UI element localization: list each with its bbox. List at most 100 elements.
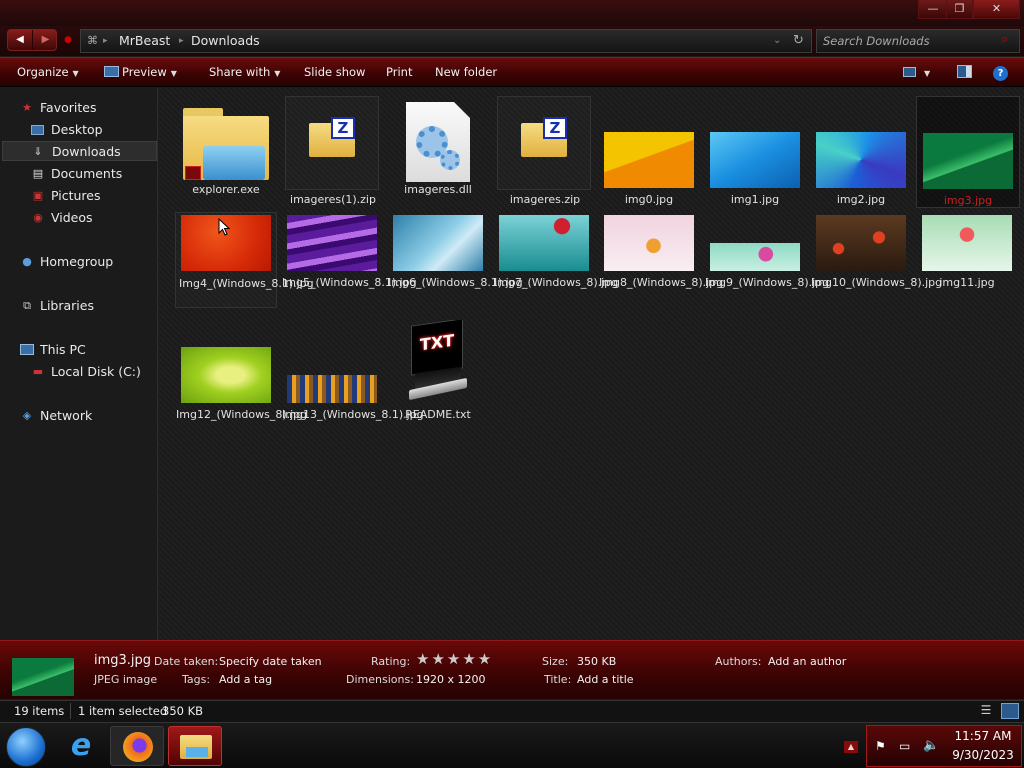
taskbar-file-explorer[interactable]	[168, 726, 222, 766]
print-button[interactable]: Print	[386, 58, 412, 87]
back-button[interactable]: ◀	[8, 30, 33, 50]
taskbar-firefox[interactable]	[110, 726, 164, 766]
nav-documents[interactable]: ▤ Documents	[0, 164, 158, 184]
nav-local-disk[interactable]: ▬ Local Disk (C:)	[0, 362, 158, 382]
nav-network[interactable]: ◈ Network	[0, 406, 158, 426]
address-bar[interactable]: ⌘ ▸ MrBeast ▸ Downloads ⌄ ↻	[80, 29, 812, 53]
start-button[interactable]	[6, 727, 46, 767]
refresh-icon[interactable]: ↻	[793, 30, 804, 52]
preview-label: Preview	[122, 65, 167, 79]
taskbar: e ▲ ⚑ ▭ 🔈 11:57 AM 9/30/2023	[0, 722, 1024, 768]
file-tile-img10-jpg[interactable]: Img10_(Windows_8).jpg	[808, 212, 942, 324]
large-icons-view-icon[interactable]	[1001, 703, 1019, 719]
nav-libraries[interactable]: ⧉ Libraries	[0, 296, 158, 316]
selected-thumbnail	[12, 658, 74, 696]
taskbar-internet-explorer[interactable]: e	[54, 726, 108, 766]
title-field[interactable]: Add a title	[577, 673, 634, 686]
dimensions-value: 1920 x 1200	[416, 673, 486, 686]
file-tile-imageres-zip[interactable]: Z imageres.zip	[497, 96, 591, 206]
minimize-button[interactable]: —	[918, 0, 948, 19]
date-taken-field[interactable]: Specify date taken	[219, 655, 322, 668]
view-options-button[interactable]: ▼	[903, 58, 930, 87]
share-with-menu[interactable]: Share with ▼	[209, 58, 280, 87]
file-name: explorer.exe	[192, 183, 260, 196]
file-tile-img0-jpg[interactable]: img0.jpg	[596, 96, 702, 208]
clock-date[interactable]: 9/30/2023	[947, 748, 1019, 762]
file-tile-img9-jpg[interactable]: Img9_(Windows_8).jpg	[702, 212, 829, 324]
image-thumbnail	[287, 215, 377, 271]
location-icon: ⌘	[87, 34, 98, 47]
command-bar: Organize ▼ Preview ▼ Share with ▼ Slide sho…	[0, 57, 1024, 87]
file-tile-img7-jpg[interactable]: Img7_(Windows_8).jpg	[491, 212, 618, 324]
file-tile-img2-jpg[interactable]: img2.jpg	[808, 96, 914, 208]
file-name: img2.jpg	[836, 193, 886, 206]
nav-videos[interactable]: ◉ Videos	[0, 208, 158, 228]
help-button[interactable]: ?	[993, 58, 1008, 87]
image-thumbnail	[181, 347, 271, 403]
file-tile-img11-jpg[interactable]: img11.jpg	[914, 212, 1020, 324]
file-tile-img6-jpg[interactable]: Img6_(Windows_8.1).jpg	[385, 212, 523, 324]
preview-pane-button[interactable]	[957, 58, 972, 87]
crumb-separator-icon[interactable]: ▸	[179, 30, 184, 52]
mouse-cursor-icon	[218, 218, 230, 236]
search-input[interactable]	[823, 33, 993, 49]
details-view-icon[interactable]: ☰	[978, 703, 994, 719]
file-tile-imageres-1-zip[interactable]: Z imageres(1).zip	[285, 96, 379, 206]
details-filename: img3.jpg	[94, 653, 152, 668]
nav-videos-label: Videos	[51, 210, 93, 225]
tags-field[interactable]: Add a tag	[219, 673, 272, 686]
file-tile-imageres-dll[interactable]: imageres.dll	[385, 96, 491, 208]
nav-downloads[interactable]: ⇓ Downloads	[2, 141, 157, 161]
preview-menu[interactable]: Preview ▼	[104, 58, 177, 87]
details-pane: img3.jpg JPEG image Date taken: Specify …	[0, 640, 1024, 699]
image-thumbnail	[923, 133, 1013, 189]
breadcrumb-mrbeast[interactable]: MrBeast	[119, 30, 170, 52]
status-divider	[70, 703, 71, 719]
network-status-icon[interactable]: ▭	[899, 739, 910, 753]
action-center-flag-icon[interactable]: ⚑	[875, 739, 886, 753]
file-tile-img12-jpg[interactable]: Img12_(Windows_8).jpg	[173, 344, 307, 456]
size-value: 350 KB	[577, 655, 617, 668]
address-dropdown-icon[interactable]: ⌄	[773, 30, 781, 52]
nav-this-pc[interactable]: This PC	[0, 340, 158, 360]
file-explorer-icon	[180, 735, 212, 759]
folder-icon	[183, 104, 269, 184]
authors-field[interactable]: Add an author	[768, 655, 846, 668]
slide-show-button[interactable]: Slide show	[304, 58, 365, 87]
clock-time[interactable]: 11:57 AM	[947, 729, 1019, 743]
nav-favorites[interactable]: ★ Favorites	[0, 98, 158, 118]
title-bar: — ❐ ✕	[0, 0, 1024, 26]
file-tile-img1-jpg[interactable]: img1.jpg	[702, 96, 808, 208]
chevron-down-icon: ▼	[924, 69, 931, 78]
nav-homegroup[interactable]: ● Homegroup	[0, 252, 158, 272]
breadcrumb-downloads[interactable]: Downloads	[191, 30, 260, 52]
file-name: imageres.dll	[404, 183, 472, 196]
file-tile-img8-jpg[interactable]: Img8_(Windows_8).jpg	[596, 212, 723, 324]
close-button[interactable]: ✕	[973, 0, 1020, 19]
desktop-icon	[31, 125, 44, 135]
tags-label: Tags:	[182, 673, 211, 686]
maximize-button[interactable]: ❐	[946, 0, 973, 19]
recent-locations-icon[interactable]: ●	[62, 34, 74, 46]
nav-pictures[interactable]: ▣ Pictures	[0, 186, 158, 206]
forward-button[interactable]: ▶	[33, 30, 56, 50]
txt-icon: TXT	[405, 320, 471, 406]
file-tile-readme-txt[interactable]: TXT README.txt	[385, 318, 491, 430]
preview-icon	[104, 66, 119, 77]
volume-icon[interactable]: 🔈	[923, 738, 939, 753]
show-hidden-icons-icon[interactable]: ▲	[844, 741, 858, 753]
file-tile-img13-jpg[interactable]: Img13_(Windows_8.1).jpg	[279, 344, 424, 456]
file-name: Img5_(Windows_8.1).jpg	[282, 276, 417, 289]
file-tile-explorer-exe[interactable]: explorer.exe	[173, 96, 279, 208]
search-icon[interactable]: ⌕	[1001, 32, 1008, 47]
item-count: 19 items	[14, 704, 65, 718]
crumb-separator-icon[interactable]: ▸	[103, 30, 108, 52]
nav-desktop[interactable]: Desktop	[0, 120, 158, 140]
homegroup-icon: ●	[22, 255, 32, 268]
file-tile-img5-jpg[interactable]: Img5_(Windows_8.1).jpg	[279, 212, 417, 324]
new-folder-button[interactable]: New folder	[435, 58, 497, 87]
drive-icon: ▬	[32, 365, 44, 378]
file-tile-img3-jpg[interactable]: img3.jpg	[916, 96, 1020, 208]
organize-menu[interactable]: Organize ▼	[17, 58, 79, 87]
rating-stars[interactable]: ★★★★★	[416, 650, 493, 668]
